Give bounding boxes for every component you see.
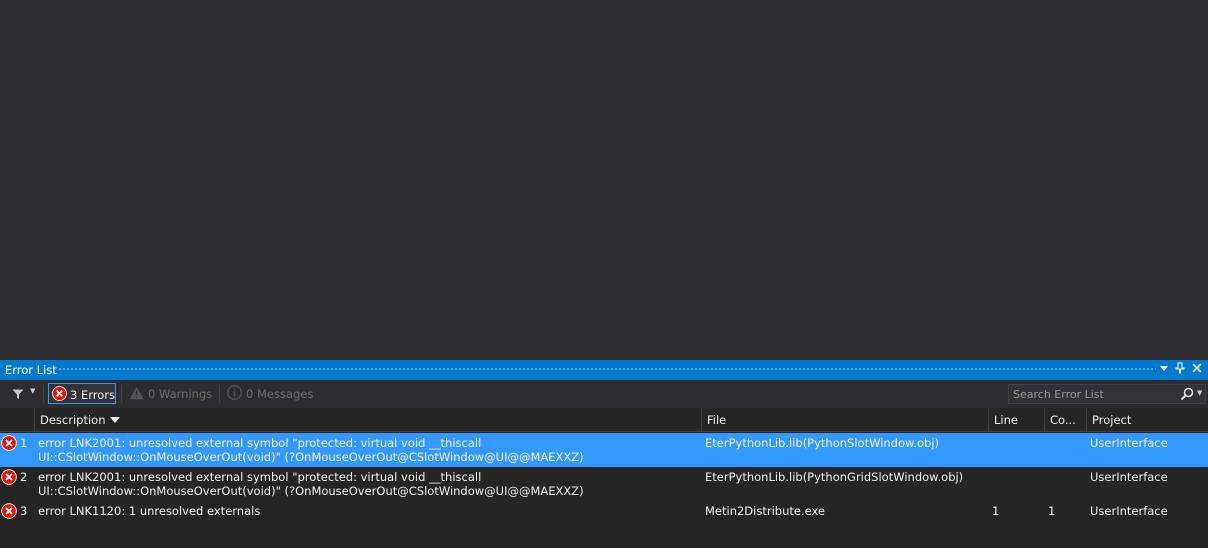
search-input[interactable] [1013,386,1173,402]
toolbar-separator [121,385,122,403]
table-row[interactable]: 3 error LNK1120: 1 unresolved externals … [0,501,1208,521]
table-row[interactable]: 2 error LNK2001: unresolved external sym… [0,467,1208,501]
warnings-filter-toggle[interactable]: 0 Warnings [126,383,218,404]
panel-title-bar[interactable]: Error List [0,360,1208,380]
project-header-label: Project [1092,413,1132,427]
row-description: error LNK2001: unresolved external symbo… [38,470,584,498]
row-project: UserInterface [1090,436,1168,450]
row-project: UserInterface [1090,504,1168,518]
row-index: 2 [20,470,28,484]
error-icon [1,469,17,485]
file-header-label: File [707,413,727,427]
errors-count-label: 3 Errors [70,388,115,402]
row-index: 1 [20,436,28,450]
panel-title: Error List [5,363,57,377]
row-index: 3 [20,504,28,518]
dropdown-icon: ▼ [30,387,36,395]
sort-descending-icon [110,417,120,423]
warnings-count-label: 0 Warnings [148,387,213,401]
row-description: error LNK2001: unresolved external symbo… [38,436,584,464]
close-icon[interactable] [1190,362,1204,377]
panel-splitter[interactable] [0,352,1208,360]
error-icon [52,386,67,401]
pin-icon[interactable] [1173,362,1187,377]
file-column-header[interactable]: File [702,408,989,432]
error-list-toolbar: ▼ 3 Errors 0 Warnings 0 Messages Search … [0,380,1208,408]
row-line: 1 [992,504,1000,518]
icon-column-header[interactable] [0,408,35,432]
warning-icon [129,386,144,400]
description-column-header[interactable]: Description [35,408,702,432]
editor-area [0,0,1208,352]
search-error-list: ▼ [1008,384,1206,404]
title-bar-grip [58,367,1156,372]
row-file: EterPythonLib.lib(PythonSlotWindow.obj) [705,436,940,450]
search-options-dropdown-icon[interactable]: ▼ [1197,389,1202,397]
error-icon [1,435,17,451]
project-column-header[interactable]: Project [1087,408,1208,432]
search-icon[interactable] [1180,387,1194,401]
row-project: UserInterface [1090,470,1168,484]
errors-filter-toggle[interactable]: 3 Errors [48,383,116,404]
toolbar-separator [219,385,220,403]
row-file: EterPythonLib.lib(PythonGridSlotWindow.o… [705,470,964,484]
toolbar-separator [43,385,44,403]
row-file: Metin2Distribute.exe [705,504,826,518]
line-column-header[interactable]: Line [989,408,1045,432]
error-list-panel: Error List ▼ 3 Errors 0 Warnings 0 Messa… [0,360,1208,548]
table-row[interactable]: 1 error LNK2001: unresolved external sym… [0,433,1208,467]
filter-icon [12,389,24,399]
column-column-header[interactable]: Co... [1045,408,1087,432]
info-icon [227,385,242,400]
row-description: error LNK1120: 1 unresolved externals [38,504,261,518]
line-header-label: Line [994,413,1018,427]
column-header-label: Co... [1050,413,1076,427]
error-icon [1,503,17,519]
window-menu-dropdown-icon[interactable] [1157,362,1171,377]
messages-count-label: 0 Messages [246,387,314,401]
description-header-label: Description [40,413,106,427]
column-header-row: Description File Line Co... Project [0,408,1208,432]
messages-filter-toggle[interactable]: 0 Messages [224,383,320,404]
filter-button[interactable]: ▼ [8,385,38,403]
row-column: 1 [1048,504,1056,518]
